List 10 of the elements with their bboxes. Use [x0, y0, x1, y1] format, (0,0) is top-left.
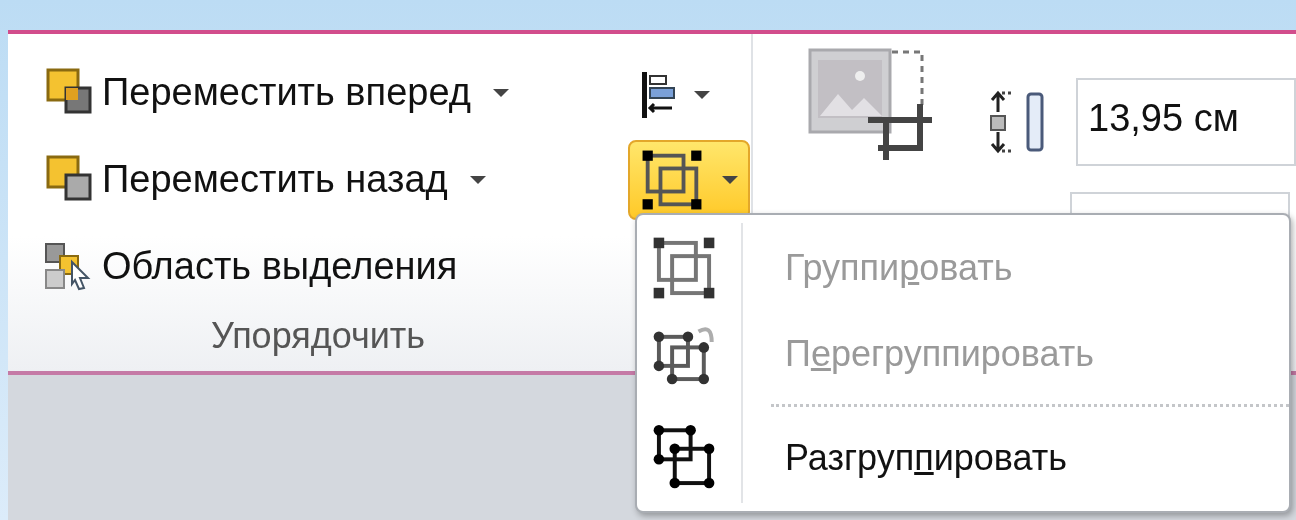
group-objects-button[interactable]: [628, 140, 750, 220]
group-title: Упорядочить: [209, 314, 427, 358]
height-field[interactable]: 13,95 см: [1076, 78, 1296, 166]
split-button[interactable]: Переместить назад: [38, 147, 492, 212]
height-icon: [988, 90, 1046, 154]
menu-item[interactable]: Разгруппировать: [637, 415, 1289, 501]
ribbon-button[interactable]: Область выделения: [38, 234, 464, 299]
group-icon: [640, 148, 704, 212]
align-icon: [640, 70, 676, 120]
split-button[interactable]: Переместить вперед: [38, 60, 515, 125]
